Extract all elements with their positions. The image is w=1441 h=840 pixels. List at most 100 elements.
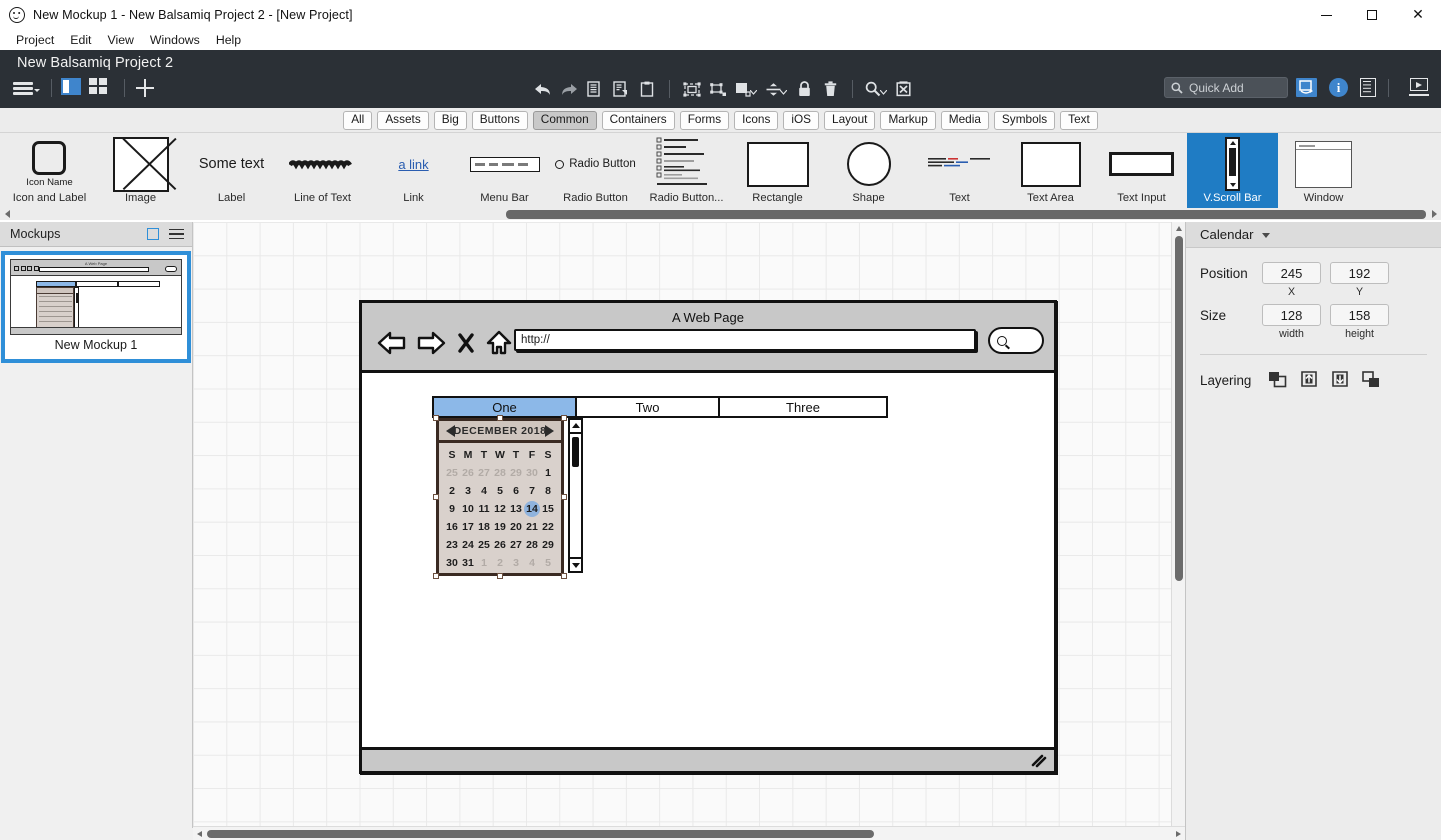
browser-search-button[interactable] [988,327,1044,354]
palette-item-text-input[interactable]: Text Input [1096,133,1187,220]
maximize-button[interactable] [1349,0,1395,30]
calendar-day[interactable]: 10 [460,503,476,515]
position-x-input[interactable]: 245 [1262,262,1321,284]
undo-button[interactable] [530,78,556,100]
category-tab-common[interactable]: Common [532,110,597,130]
calendar-day[interactable]: 24 [460,539,476,551]
palette-item-window[interactable]: Window [1278,133,1369,220]
resize-handle-n[interactable] [497,415,503,421]
bring-to-front-button[interactable] [1262,369,1293,391]
zoom-button[interactable] [862,78,890,100]
palette-item-line-of-text[interactable]: Line of Text [277,133,368,220]
width-input[interactable]: 128 [1262,304,1321,326]
duplicate-button[interactable] [608,78,634,100]
height-input[interactable]: 158 [1330,304,1389,326]
category-tab-ios[interactable]: iOS [783,110,820,130]
category-tab-all[interactable]: All [343,110,373,130]
calendar-day[interactable]: 29 [508,467,524,479]
calendar-day[interactable]: 21 [524,521,540,533]
fit-button[interactable] [890,78,916,100]
calendar-day[interactable]: 7 [524,485,540,497]
calendar-day-selected[interactable]: 14 [524,503,540,515]
chevron-down-icon[interactable] [1261,233,1270,238]
scroll-up-icon[interactable] [571,423,580,428]
calendar-day[interactable]: 17 [460,521,476,533]
inspector-header[interactable]: Calendar [1186,222,1441,248]
calendar-day[interactable]: 30 [524,467,540,479]
palette-item-link[interactable]: a link Link [368,133,459,220]
forward-icon[interactable] [416,330,446,356]
calendar-day[interactable]: 8 [540,485,556,497]
calendar-day[interactable]: 2 [492,557,508,569]
palette-item-shape[interactable]: Shape [823,133,914,220]
category-tab-containers[interactable]: Containers [601,110,675,130]
calendar-day[interactable]: 19 [492,521,508,533]
minimize-button[interactable] [1303,0,1349,30]
info-icon[interactable]: i [1329,78,1348,97]
tab-three[interactable]: Three [718,396,888,418]
palette-item-image[interactable]: Image [95,133,186,220]
vertical-scrollbar-widget[interactable] [568,418,583,573]
calendar-day[interactable]: 18 [476,521,492,533]
calendar-day[interactable]: 5 [540,557,556,569]
resize-handle-e[interactable] [561,494,567,500]
send-backward-button[interactable] [1324,369,1355,391]
group-button[interactable] [679,78,705,100]
distribute-button[interactable] [761,78,791,100]
list-item[interactable]: A Web Page New Mockup 1 [1,251,191,363]
calendar-day[interactable]: 28 [524,539,540,551]
hamburger-menu-button[interactable] [12,78,42,98]
calendar-day[interactable]: 26 [492,539,508,551]
calendar-day[interactable]: 5 [492,485,508,497]
category-tab-assets[interactable]: Assets [377,110,429,130]
delete-button[interactable] [817,78,843,100]
close-button[interactable]: ✕ [1395,0,1441,30]
scroll-down-icon[interactable] [571,563,580,568]
calendar-day[interactable]: 25 [444,467,460,479]
palette-item-radio-button[interactable]: Radio Button Radio Button [550,133,641,220]
resize-handle-nw[interactable] [433,415,439,421]
calendar-day[interactable]: 27 [508,539,524,551]
palette-item-label[interactable]: Some text Label [186,133,277,220]
menu-item-project[interactable]: Project [8,31,62,50]
browser-window-widget[interactable]: A Web Page http:// One Two Three DECEMBE… [359,300,1057,774]
palette-item-rectangle[interactable]: Rectangle [732,133,823,220]
resize-handle-w[interactable] [433,494,439,500]
calendar-day[interactable]: 3 [508,557,524,569]
ui-library-icon[interactable] [1296,78,1317,97]
palette-horizontal-scrollbar[interactable] [0,208,1441,220]
calendar-day[interactable]: 1 [476,557,492,569]
category-tab-markup[interactable]: Markup [880,110,936,130]
menu-item-windows[interactable]: Windows [142,31,208,50]
notes-icon[interactable] [1360,78,1376,97]
scroll-right-icon[interactable] [1432,210,1437,218]
align-button[interactable] [731,78,761,100]
add-mockup-button[interactable] [134,78,156,98]
paste-button[interactable] [634,78,660,100]
calendar-day[interactable]: 4 [524,557,540,569]
calendar-day[interactable]: 1 [540,467,556,479]
calendar-day[interactable]: 25 [476,539,492,551]
resize-handle-s[interactable] [497,573,503,579]
ungroup-button[interactable] [705,78,731,100]
scrollbar-thumb[interactable] [572,437,579,467]
calendar-day[interactable]: 27 [476,467,492,479]
calendar-day[interactable]: 31 [460,557,476,569]
calendar-day[interactable]: 12 [492,503,508,515]
scroll-up-icon[interactable] [1175,226,1182,231]
calendar-day[interactable]: 16 [444,521,460,533]
copy-button[interactable] [582,78,608,100]
category-tab-icons[interactable]: Icons [734,110,779,130]
new-mockup-icon[interactable] [147,228,159,240]
resize-handle-se[interactable] [561,573,567,579]
menu-item-edit[interactable]: Edit [62,31,99,50]
prev-month-icon[interactable] [446,424,455,437]
url-input[interactable]: http:// [514,329,976,351]
category-tab-symbols[interactable]: Symbols [993,110,1056,130]
category-tab-text[interactable]: Text [1060,110,1098,130]
canvas-horizontal-scrollbar[interactable] [193,826,1185,840]
category-tab-big[interactable]: Big [433,110,467,130]
palette-item-text-area[interactable]: Text Area [1005,133,1096,220]
calendar-day[interactable]: 11 [476,503,492,515]
category-tab-layout[interactable]: Layout [824,110,876,130]
